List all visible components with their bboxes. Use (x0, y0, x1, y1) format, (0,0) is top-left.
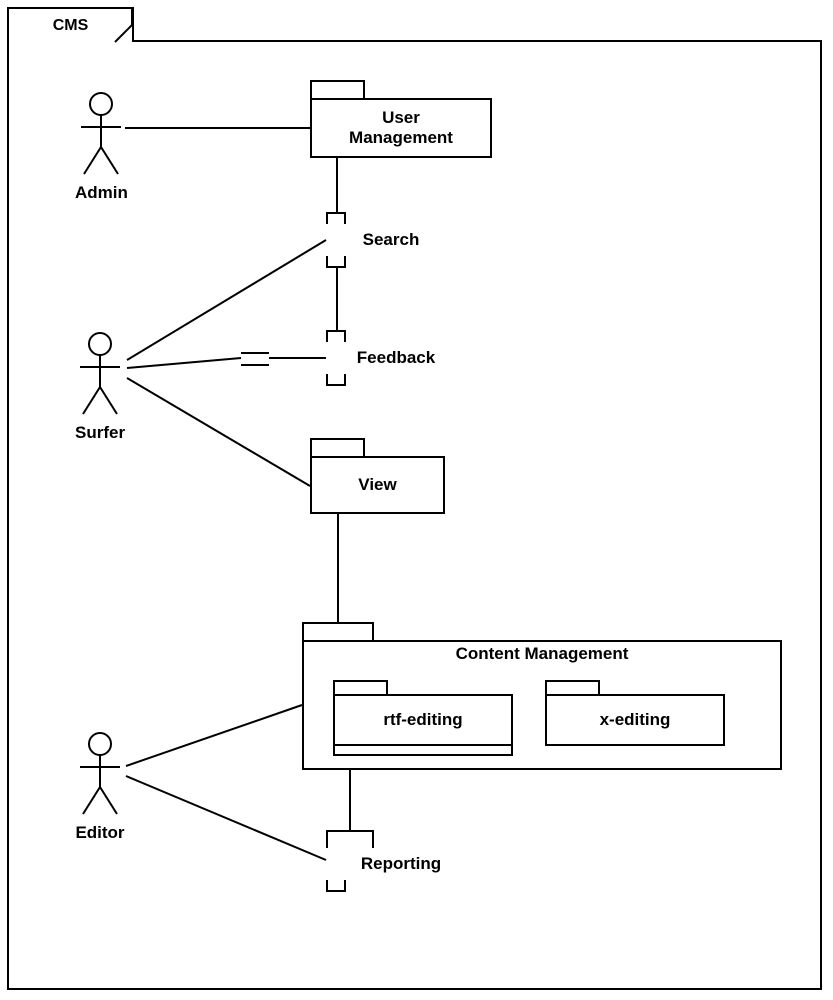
diagram-canvas: CMS Admin Surfer (0, 0, 833, 1000)
usecase-feedback-stub-top (326, 330, 346, 342)
usecase-content-management-tab (302, 622, 374, 642)
usecase-search-label: Search (363, 230, 420, 250)
usecase-user-management-label: User Management (349, 108, 453, 149)
usecase-content-management-label: Content Management (456, 644, 629, 664)
usecase-reporting: Reporting (326, 848, 476, 880)
usecase-x-editing: x-editing (545, 694, 725, 746)
usecase-feedback-stub-bottom (326, 374, 346, 386)
actor-surfer-label: Surfer (75, 423, 125, 443)
system-title: CMS (53, 17, 89, 35)
usecase-reporting-label: Reporting (361, 854, 441, 874)
usecase-feedback: Feedback (326, 342, 466, 374)
usecase-content-management-title: Content Management (302, 640, 782, 668)
actor-icon (75, 332, 125, 417)
actor-icon (76, 92, 126, 177)
actor-admin: Admin (75, 92, 128, 203)
usecase-x-editing-label: x-editing (600, 710, 671, 730)
system-tab: CMS (7, 7, 134, 42)
actor-editor-label: Editor (75, 823, 125, 843)
usecase-reporting-stub-bottom (326, 880, 346, 892)
usecase-view-tab (310, 438, 365, 458)
usecase-search: Search (326, 224, 456, 256)
usecase-search-stub-bottom (326, 256, 346, 268)
usecase-feedback-label: Feedback (357, 348, 435, 368)
actor-admin-label: Admin (75, 183, 128, 203)
usecase-search-stub-top (326, 212, 346, 224)
usecase-reporting-tab (326, 830, 374, 848)
usecase-rtf-editing-stub-bottom (333, 746, 513, 756)
usecase-user-management: User Management (310, 98, 492, 158)
usecase-view-label: View (358, 475, 396, 495)
usecase-user-management-tab (310, 80, 365, 100)
usecase-rtf-editing-label: rtf-editing (383, 710, 462, 730)
usecase-feedback-stub-left (241, 352, 269, 366)
actor-surfer: Surfer (75, 332, 125, 443)
actor-icon (75, 732, 125, 817)
actor-editor: Editor (75, 732, 125, 843)
usecase-view: View (310, 456, 445, 514)
usecase-rtf-editing: rtf-editing (333, 694, 513, 746)
